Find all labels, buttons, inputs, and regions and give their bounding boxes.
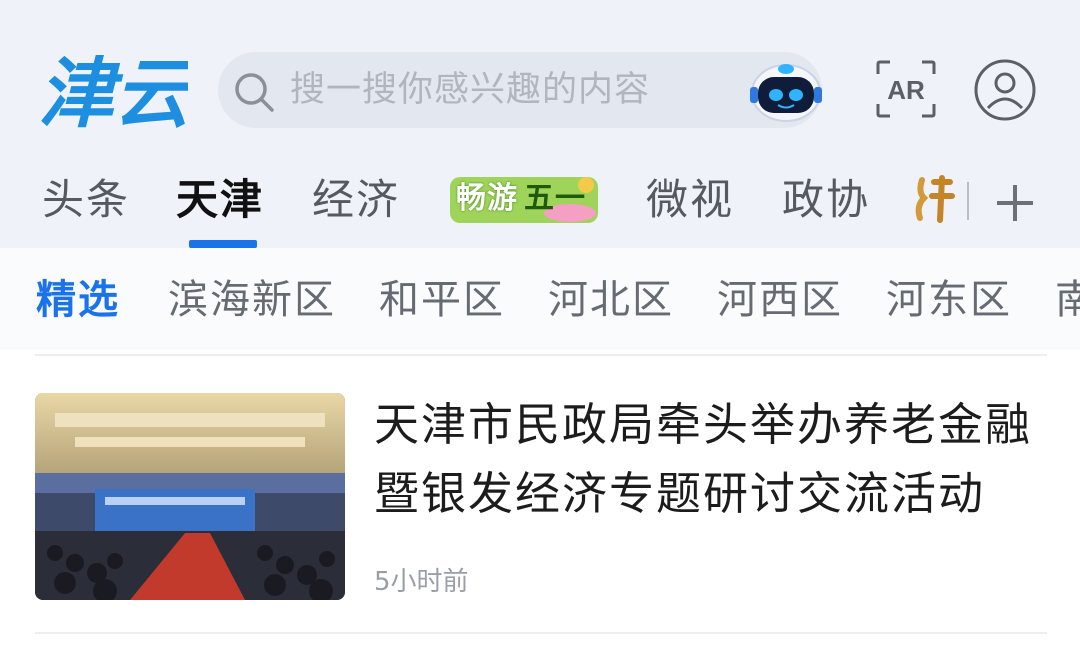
news-timestamp: 5小时前 xyxy=(374,567,469,597)
subtab-binhai[interactable]: 滨海新区 xyxy=(168,274,336,326)
subtab-hexi[interactable]: 河西区 xyxy=(717,274,843,326)
ar-label: AR xyxy=(887,75,925,105)
tab-calligraphy-icon[interactable] xyxy=(912,174,958,224)
subtab-heping[interactable]: 和平区 xyxy=(379,274,505,326)
logo-text: 津云 xyxy=(38,49,188,138)
app-logo: 津云 xyxy=(38,49,188,138)
search-icon xyxy=(235,73,274,112)
subtab-hedong[interactable]: 河东区 xyxy=(886,274,1012,326)
add-channel-plus-icon[interactable] xyxy=(997,185,1033,221)
tab-headlines[interactable]: 头条 xyxy=(42,170,130,230)
news-thumbnail xyxy=(35,393,345,600)
subtab-nankai-partial[interactable]: 南 xyxy=(1055,274,1080,326)
tab-tianjin[interactable]: 天津 xyxy=(176,170,264,230)
ar-scan-button[interactable]: AR xyxy=(876,60,936,118)
active-tab-indicator xyxy=(189,240,257,248)
news-title[interactable]: 天津市民政局牵头举办养老金融暨银发经济专题研讨交流活动 xyxy=(374,390,1050,528)
tab-divider xyxy=(967,182,969,220)
tab-cppcc[interactable]: 政协 xyxy=(782,170,870,230)
tab-economy[interactable]: 经济 xyxy=(312,170,400,230)
tab-micro-video[interactable]: 微视 xyxy=(646,170,734,230)
feed-divider-bottom xyxy=(35,632,1047,634)
subtab-featured[interactable]: 精选 xyxy=(36,274,120,326)
tab-promo-mayday-travel[interactable]: 畅游 五一 xyxy=(448,171,600,227)
subtab-hebei[interactable]: 河北区 xyxy=(548,274,674,326)
ai-assistant-robot-icon[interactable] xyxy=(748,57,824,123)
user-profile-icon[interactable] xyxy=(973,58,1037,122)
search-bar[interactable]: 搜一搜你感兴趣的内容 xyxy=(218,52,822,128)
search-placeholder: 搜一搜你感兴趣的内容 xyxy=(290,70,651,110)
promo-text-a: 畅游 xyxy=(456,181,518,216)
feed-divider xyxy=(35,354,1047,356)
promo-text-b: 五一 xyxy=(524,181,586,216)
